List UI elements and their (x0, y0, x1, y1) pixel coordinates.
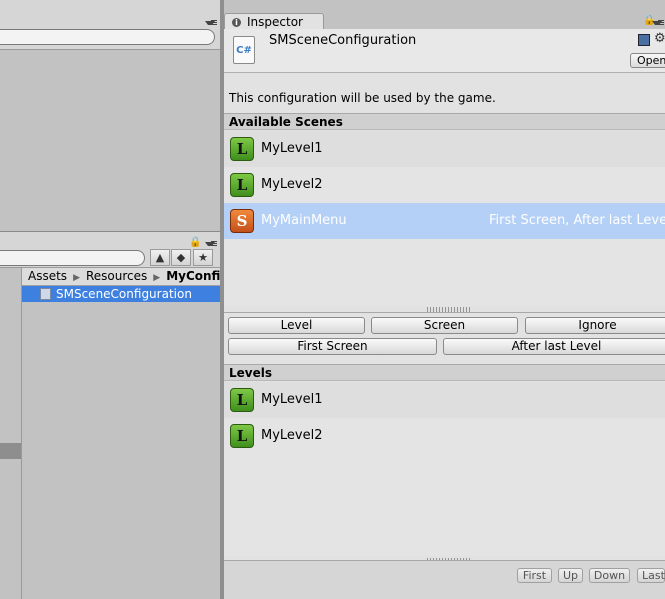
script-icon-text: C# (236, 44, 252, 56)
project-file-list (22, 268, 222, 599)
breadcrumb-item[interactable]: Assets (28, 269, 67, 283)
screen-badge-icon: S (230, 209, 254, 233)
list-item-selected[interactable]: S MyMainMenu First Screen, After last Le… (224, 203, 665, 239)
move-up-button[interactable]: Up (558, 568, 583, 583)
breadcrumb-separator-icon: ▶ (153, 273, 161, 283)
help-book-icon[interactable] (638, 34, 650, 46)
list-item[interactable]: L MyLevel2 (224, 167, 665, 203)
breadcrumb: Assets ▶ Resources ▶ MyConfig (22, 268, 222, 286)
csharp-script-icon: C# (233, 36, 255, 64)
project-menu-icon[interactable] (205, 241, 217, 249)
favorites-star-icon[interactable]: ★ (193, 249, 213, 266)
available-scenes-header: Available Scenes (224, 113, 665, 130)
file-item-label: SMSceneConfiguration (56, 287, 192, 301)
scene-label: MyLevel2 (261, 177, 323, 192)
configuration-description: This configuration will be used by the g… (229, 91, 496, 105)
list-item[interactable]: L MyLevel2 (224, 418, 665, 454)
ignore-button[interactable]: Ignore (525, 317, 665, 334)
screen-button[interactable]: Screen (371, 317, 518, 334)
scene-tags: First Screen, After last Level (489, 213, 665, 228)
move-last-button[interactable]: Last (637, 568, 665, 583)
gear-icon[interactable]: ⚙ (654, 31, 665, 46)
info-icon: i (232, 18, 241, 27)
move-first-button[interactable]: First (517, 568, 552, 583)
tab-label: Inspector (247, 15, 303, 29)
file-item-selected[interactable]: SMSceneConfiguration (22, 286, 220, 302)
hierarchy-search-input[interactable] (0, 29, 215, 45)
breadcrumb-item[interactable]: Resources (86, 269, 147, 283)
level-badge-icon: L (230, 388, 254, 412)
inspector-menu-icon[interactable] (652, 20, 664, 28)
tab-inspector[interactable]: i Inspector (224, 13, 324, 30)
first-screen-button[interactable]: First Screen (228, 338, 437, 355)
list-item[interactable]: L MyLevel1 (224, 131, 665, 167)
object-title: SMSceneConfiguration (269, 33, 417, 48)
hierarchy-menu-icon[interactable] (205, 20, 217, 28)
level-badge-icon: L (230, 137, 254, 161)
level-badge-icon: L (230, 424, 254, 448)
level-badge-icon: L (230, 173, 254, 197)
list-item[interactable]: L MyLevel1 (224, 382, 665, 418)
levels-header: Levels (224, 364, 665, 381)
filter-by-type-icon[interactable]: ▲ (150, 249, 170, 266)
lock-icon[interactable]: 🔒 (189, 237, 201, 248)
level-button[interactable]: Level (228, 317, 365, 334)
scene-label: MyMainMenu (261, 213, 347, 228)
filter-by-label-icon[interactable]: ◆ (171, 249, 191, 266)
scene-label: MyLevel1 (261, 141, 323, 156)
project-folder-tree (0, 268, 22, 599)
after-last-level-button[interactable]: After last Level (443, 338, 665, 355)
project-search-input[interactable] (0, 250, 145, 266)
move-down-button[interactable]: Down (589, 568, 630, 583)
divider (224, 312, 665, 313)
level-label: MyLevel2 (261, 428, 323, 443)
breadcrumb-separator-icon: ▶ (73, 273, 80, 283)
level-label: MyLevel1 (261, 392, 323, 407)
scriptable-object-icon (40, 288, 51, 300)
breadcrumb-item-current[interactable]: MyConfig (166, 269, 222, 283)
open-button[interactable]: Open (630, 53, 665, 68)
folder-tree-selected-item[interactable] (0, 443, 21, 459)
